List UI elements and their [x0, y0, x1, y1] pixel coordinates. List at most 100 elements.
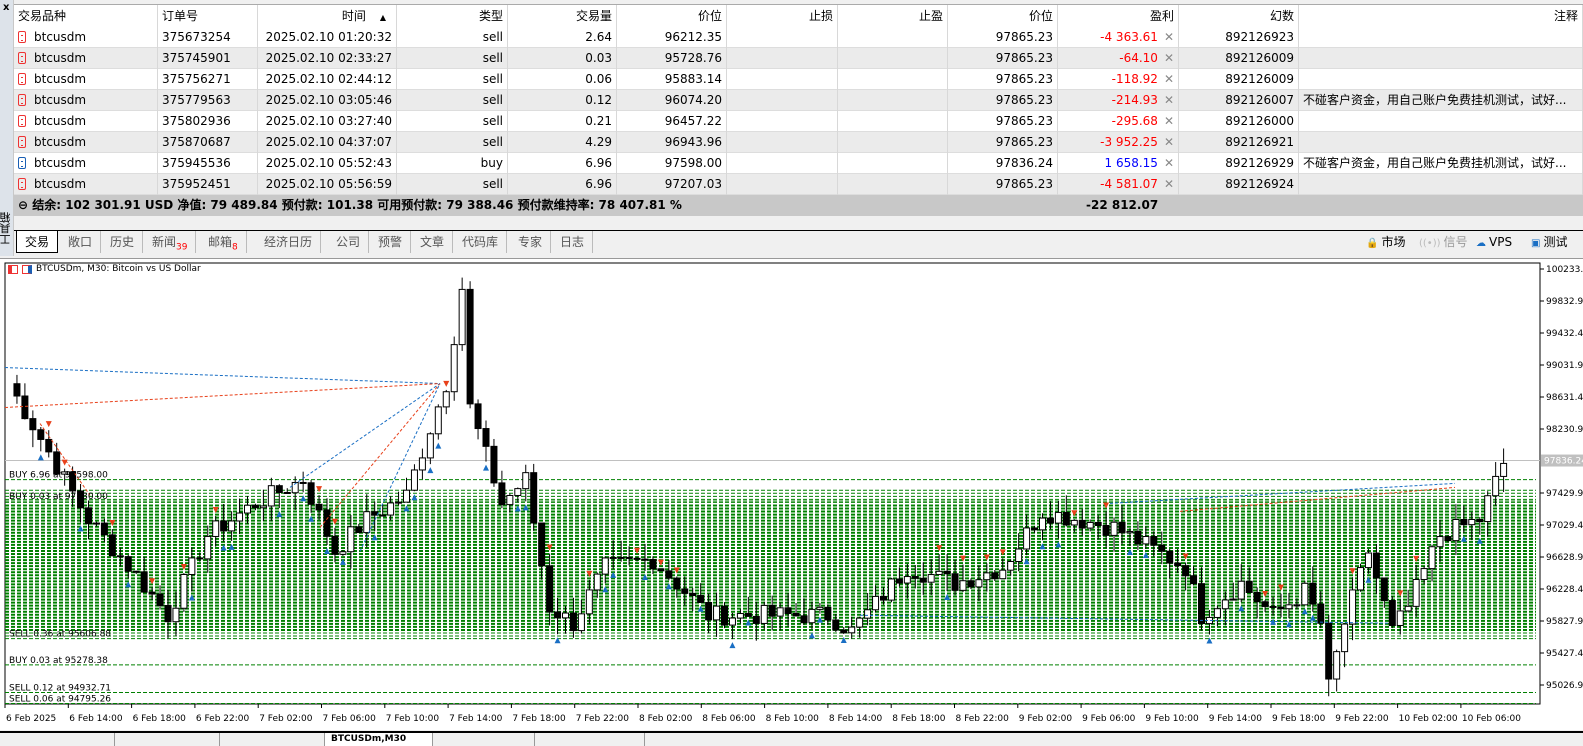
tab-5[interactable]: 经济日历 — [256, 231, 322, 253]
toolbox-close-icon[interactable]: x — [3, 2, 9, 13]
tab-8[interactable]: 文章 — [412, 231, 454, 253]
close-position-icon[interactable]: ✕ — [1164, 114, 1174, 128]
order-label: SELL 0.36 at 95606.88 — [9, 630, 111, 640]
candle-body — [156, 593, 164, 607]
table-row[interactable]: btcusdm 375870687 2025.02.10 04:37:07 sell 4… — [14, 132, 1583, 153]
tab-tester[interactable]: ▣ 测试 — [1531, 231, 1567, 253]
candle-body — [1309, 582, 1317, 605]
candle-body — [880, 595, 887, 601]
tab-signals[interactable]: ((•)) 信号 — [1419, 231, 1468, 253]
candle-body — [403, 489, 410, 503]
candle-body — [832, 619, 840, 631]
column-header-comment[interactable]: 注释 — [1299, 5, 1583, 27]
column-header-magic[interactable]: 幻数 — [1179, 5, 1299, 27]
close-position-icon[interactable]: ✕ — [1164, 30, 1174, 44]
chart-tab-4[interactable] — [433, 733, 535, 746]
close-position-icon[interactable]: ✕ — [1164, 93, 1174, 107]
table-row[interactable]: btcusdm 375756271 2025.02.10 02:44:12 sell 0… — [14, 69, 1583, 90]
candle-body — [800, 615, 808, 624]
candle — [450, 336, 458, 401]
candle-body — [371, 511, 379, 516]
chart-save-icon[interactable] — [22, 264, 32, 274]
tab-0[interactable]: 交易 — [16, 231, 59, 253]
trade-table: 交易品种 订单号 时间 ▲ 类型 交易量 价位 止损 止盈 价位 盈利 幻数 注释 btcusdm 375… — [14, 4, 1583, 216]
tab-vps[interactable]: ☁ VPS — [1476, 231, 1512, 253]
price-chart[interactable]: BUY 6.96 at 97598.00 BUY 0.03 at 97330.00… — [0, 258, 1583, 730]
close-position-icon[interactable]: ✕ — [1164, 156, 1174, 170]
candle-body — [999, 569, 1007, 580]
column-header-order[interactable]: 订单号 — [158, 5, 258, 27]
time-axis-label: 10 Feb 06:00 — [1462, 714, 1521, 724]
candle-body — [649, 559, 657, 570]
tab-10[interactable]: 专家 — [510, 231, 552, 253]
candle-body — [911, 576, 919, 579]
tab-9[interactable]: 代码库 — [454, 231, 508, 253]
chart-menu-icon[interactable] — [8, 264, 18, 274]
tab-7[interactable]: 预警 — [370, 231, 412, 253]
order-label: BUY 0.03 at 95278.38 — [9, 656, 108, 666]
candle-body — [339, 551, 347, 555]
table-row[interactable]: btcusdm 375952451 2025.02.10 05:56:59 sell 6… — [14, 174, 1583, 195]
candle-body — [244, 504, 251, 514]
close-position-icon[interactable]: ✕ — [1164, 135, 1174, 149]
candle — [466, 281, 474, 409]
table-row[interactable]: btcusdm 375745901 2025.02.10 02:33:27 sell 0… — [14, 48, 1583, 69]
candle-body — [1412, 578, 1420, 607]
cell-profit: 1 658.15 ✕ — [1058, 153, 1179, 174]
tab-11[interactable]: 日志 — [552, 231, 594, 253]
cell-open: 96457.22 — [617, 111, 727, 132]
chart-tab-0[interactable] — [0, 733, 115, 746]
tab-market[interactable]: 🔒 市场 — [1366, 231, 1405, 253]
table-header: 交易品种 订单号 时间 ▲ 类型 交易量 价位 止损 止盈 价位 盈利 幻数 注释 — [14, 5, 1583, 27]
candle-body — [1476, 519, 1484, 523]
candle-body — [1094, 521, 1102, 527]
order-label: BUY 0.03 at 97330.00 — [9, 492, 108, 502]
close-position-icon[interactable]: ✕ — [1164, 51, 1174, 65]
table-row[interactable]: btcusdm 375673254 2025.02.10 01:20:32 sell 2… — [14, 27, 1583, 48]
candle — [1357, 563, 1364, 592]
table-row[interactable]: btcusdm 375945536 2025.02.10 05:52:43 buy 6.… — [14, 153, 1583, 174]
table-row[interactable]: btcusdm 375779563 2025.02.10 03:05:46 sell 0… — [14, 90, 1583, 111]
chart-tab-1[interactable] — [115, 733, 220, 746]
candle-body — [609, 556, 617, 559]
column-header-price[interactable]: 价位 — [948, 5, 1058, 27]
tab-4[interactable]: 邮箱8 — [200, 231, 247, 253]
chart-tab-3[interactable]: BTCUSDm,M30 — [325, 733, 433, 746]
candle-body — [466, 288, 474, 405]
close-position-icon[interactable]: ✕ — [1164, 177, 1174, 191]
time-axis-label: 9 Feb 22:00 — [1335, 714, 1389, 724]
candle-body — [673, 577, 681, 590]
column-header-profit[interactable]: 盈利 — [1058, 5, 1179, 27]
column-header-type[interactable]: 类型 — [397, 5, 508, 27]
table-row[interactable]: btcusdm 375802936 2025.02.10 03:27:40 sell 0… — [14, 111, 1583, 132]
candle-body — [434, 406, 442, 435]
candle-body — [522, 472, 530, 490]
price-axis-label: 99432.40 — [1546, 329, 1583, 339]
summary-text: ⊖ 结余: 102 301.91 USD 净值: 79 489.84 预付款: … — [18, 198, 682, 212]
candle-body — [872, 595, 880, 611]
candle-body — [967, 580, 975, 588]
candle-body — [1452, 519, 1460, 542]
column-header-open[interactable]: 价位 — [617, 5, 727, 27]
candle-body — [29, 418, 37, 431]
column-header-time[interactable]: 时间 ▲ — [258, 5, 397, 27]
column-header-sl[interactable]: 止损 — [727, 5, 838, 27]
tab-3[interactable]: 新闻39 — [144, 231, 197, 253]
tab-2[interactable]: 历史 — [102, 231, 144, 253]
candle-body — [204, 535, 212, 560]
sell-order-icon — [18, 94, 26, 106]
column-header-volume[interactable]: 交易量 — [508, 5, 617, 27]
tab-6[interactable]: 公司 — [328, 231, 370, 253]
column-header-symbol[interactable]: 交易品种 — [14, 5, 158, 27]
candle-body — [148, 591, 156, 595]
cell-magic: 892126923 — [1179, 27, 1299, 48]
candle-body — [1484, 495, 1492, 523]
tab-1[interactable]: 敞口 — [60, 231, 102, 253]
candle-body — [1158, 544, 1166, 552]
chart-tab-5[interactable] — [535, 733, 645, 746]
chart-tab-2[interactable] — [220, 733, 325, 746]
column-header-tp[interactable]: 止盈 — [838, 5, 948, 27]
candle-body — [1388, 600, 1396, 626]
close-position-icon[interactable]: ✕ — [1164, 72, 1174, 86]
candle-body — [562, 612, 569, 619]
